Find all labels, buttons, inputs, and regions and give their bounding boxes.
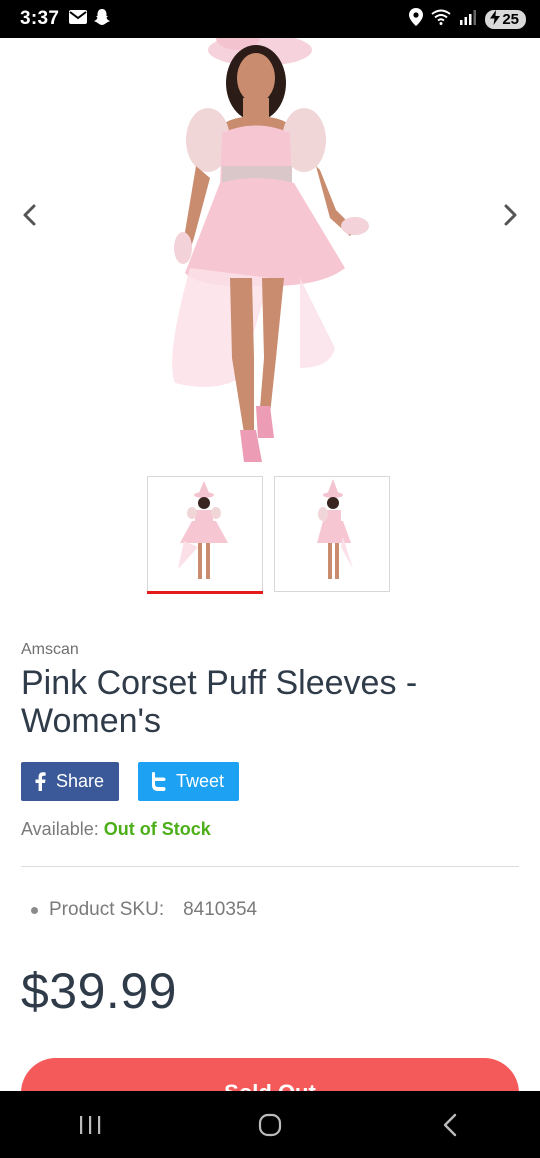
status-right-icons: 25	[409, 7, 526, 31]
divider	[21, 866, 519, 867]
gallery-prev-button[interactable]	[14, 200, 44, 230]
stock-status: Out of Stock	[103, 819, 211, 839]
location-icon	[409, 7, 424, 31]
chevron-left-icon	[23, 204, 36, 226]
facebook-icon	[35, 772, 46, 791]
sku-label: Product SKU:	[49, 899, 165, 920]
home-button[interactable]	[240, 1105, 300, 1145]
home-icon	[258, 1113, 282, 1136]
share-buttons: Share Tweet	[21, 762, 239, 801]
thumbnail-strip	[147, 476, 390, 594]
battery-level: 25	[502, 10, 519, 28]
status-time: 3:37	[20, 8, 60, 29]
product-gallery[interactable]	[0, 38, 540, 470]
twitter-icon	[152, 772, 166, 791]
wifi-icon	[431, 9, 451, 30]
chevron-right-icon	[504, 204, 517, 226]
android-nav-bar	[0, 1091, 540, 1158]
back-icon	[443, 1113, 457, 1136]
recent-apps-button[interactable]	[60, 1105, 120, 1145]
battery-indicator: 25	[485, 9, 526, 29]
facebook-share-label: Share	[56, 771, 105, 791]
availability-row: Available: Out of Stock	[21, 819, 211, 840]
mail-icon	[69, 9, 88, 29]
back-button[interactable]	[420, 1105, 480, 1145]
product-brand[interactable]: Amscan	[21, 641, 79, 659]
product-thumbnail-side	[317, 479, 353, 579]
sku-value: 8410354	[183, 899, 258, 920]
product-title: Pink Corset Puff Sleeves - Women's	[21, 664, 418, 740]
availability-label: Available:	[21, 819, 99, 839]
product-main-image[interactable]	[0, 38, 540, 470]
facebook-share-button[interactable]: Share	[21, 762, 119, 801]
battery-charging-icon	[490, 9, 501, 29]
twitter-tweet-label: Tweet	[176, 771, 225, 791]
signal-icon	[459, 9, 477, 30]
product-price: $39.99	[21, 963, 177, 1019]
thumbnail-2[interactable]	[274, 476, 390, 592]
thumbnail-1[interactable]	[147, 476, 263, 594]
status-left-icons	[69, 8, 111, 31]
snapchat-icon	[93, 8, 111, 31]
twitter-tweet-button[interactable]: Tweet	[138, 762, 239, 801]
status-bar: 3:37 25	[0, 0, 540, 38]
sku-row: Product SKU: 8410354	[31, 899, 257, 921]
bullet-icon	[31, 906, 38, 914]
product-thumbnail-front	[178, 481, 228, 579]
gallery-next-button[interactable]	[496, 200, 526, 230]
recent-apps-icon	[80, 1115, 101, 1134]
